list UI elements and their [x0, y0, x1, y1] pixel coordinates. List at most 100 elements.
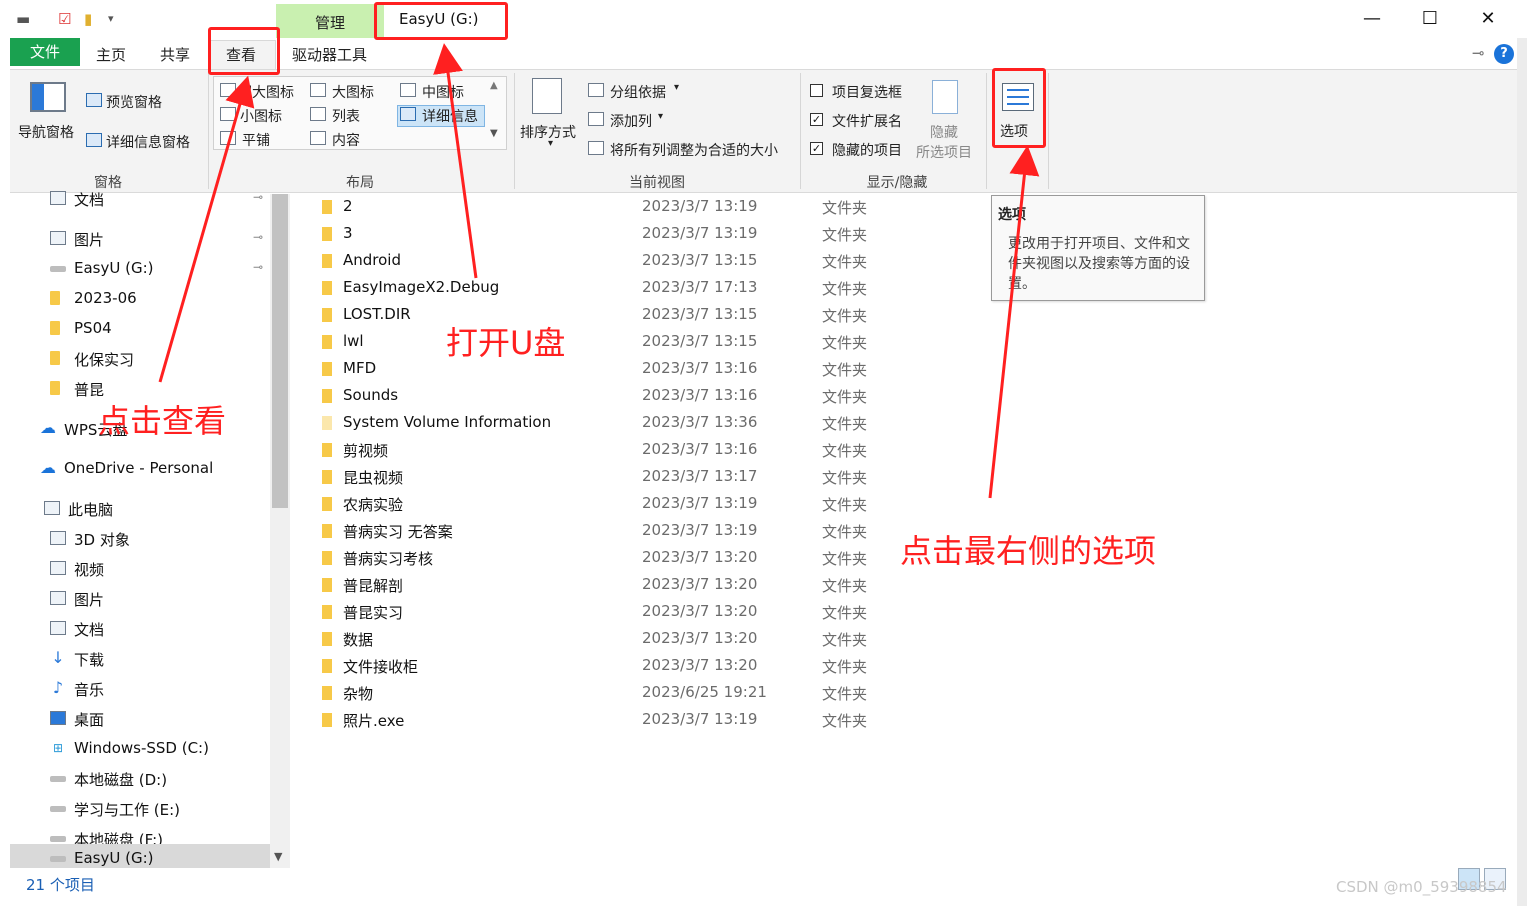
layout-expand-icon[interactable]: ▼ [490, 128, 498, 139]
nav-item[interactable]: ↓ 下载 [10, 644, 272, 674]
nav-item[interactable]: 视频 [10, 554, 272, 584]
nav-item[interactable]: ♪ 音乐 [10, 674, 272, 704]
pin-icon[interactable]: ⊸ [253, 260, 263, 274]
nav-item[interactable]: 图片 ⊸ [10, 224, 272, 254]
item-checkboxes-label[interactable]: 项目复选框 [832, 82, 902, 102]
tab-file[interactable]: 文件 [10, 38, 80, 66]
folder-icon [322, 281, 332, 295]
close-button[interactable]: ✕ [1468, 6, 1508, 32]
layout-extra-large-icons[interactable]: 超大图标 [238, 82, 294, 102]
file-row[interactable]: 普病实习 无答案 2023/3/7 13:19 文件夹 [290, 518, 890, 545]
layout-medium-icons[interactable]: 中图标 [422, 82, 464, 102]
pin-icon[interactable]: ⊸ [253, 230, 263, 244]
file-row[interactable]: 普昆实习 2023/3/7 13:20 文件夹 [290, 599, 890, 626]
file-name: 普病实习 无答案 [343, 523, 453, 541]
details-pane-button[interactable]: 详细信息窗格 [106, 132, 190, 152]
nav-item-label: 化保实习 [74, 351, 135, 369]
layout-content[interactable]: 内容 [332, 130, 360, 150]
nav-item[interactable]: 2023-06 [10, 284, 272, 314]
layout-small-icons[interactable]: 小图标 [240, 106, 282, 126]
document-icon [50, 621, 66, 635]
nav-item[interactable]: ☁ OneDrive - Personal [10, 454, 272, 484]
file-row[interactable]: 农病实验 2023/3/7 13:19 文件夹 [290, 491, 890, 518]
file-row[interactable]: Sounds 2023/3/7 13:16 文件夹 [290, 383, 890, 410]
file-date-modified: 2023/3/7 13:19 [642, 494, 758, 512]
file-row[interactable]: EasyImageX2.Debug 2023/3/7 17:13 文件夹 [290, 275, 890, 302]
file-extensions-label[interactable]: 文件扩展名 [832, 111, 902, 131]
maximize-button[interactable]: ☐ [1410, 6, 1450, 32]
file-type: 文件夹 [822, 415, 868, 433]
preview-pane-button[interactable]: 预览窗格 [106, 92, 162, 112]
nav-item[interactable]: 图片 [10, 584, 272, 614]
tab-share[interactable]: 共享 [160, 44, 190, 65]
quick-access-dropdown-icon[interactable]: ▾ [108, 10, 114, 28]
tab-home[interactable]: 主页 [96, 44, 126, 65]
nav-item[interactable]: 文档 ⊸ [10, 184, 272, 214]
folder-icon [322, 470, 332, 484]
nav-item-label: OneDrive - Personal [64, 459, 214, 477]
layout-details[interactable]: 详细信息 [422, 106, 478, 126]
nav-item[interactable]: 3D 对象 [10, 524, 272, 554]
pin-ribbon-icon[interactable]: ⊸ [1472, 44, 1485, 62]
layout-tiles[interactable]: 平铺 [242, 130, 270, 150]
file-name: EasyImageX2.Debug [343, 278, 500, 296]
hide-selected-button-line2[interactable]: 所选项目 [916, 142, 972, 162]
file-row[interactable]: 昆虫视频 2023/3/7 13:17 文件夹 [290, 464, 890, 491]
folder-icon [322, 200, 332, 214]
minimize-button[interactable]: — [1352, 6, 1392, 32]
nav-item[interactable]: 文档 [10, 614, 272, 644]
file-row[interactable]: 3 2023/3/7 13:19 文件夹 [290, 221, 890, 248]
file-row[interactable]: 普昆解剖 2023/3/7 13:20 文件夹 [290, 572, 890, 599]
nav-item[interactable]: 化保实习 [10, 344, 272, 374]
hidden-items-checkbox[interactable]: ✓ [810, 142, 823, 155]
file-row[interactable]: 剪视频 2023/3/7 13:16 文件夹 [290, 437, 890, 464]
navigation-scrollbar-thumb[interactable] [272, 194, 288, 508]
file-type: 文件夹 [822, 604, 868, 622]
file-row[interactable]: 文件接收柜 2023/3/7 13:20 文件夹 [290, 653, 890, 680]
file-row[interactable]: 数据 2023/3/7 13:20 文件夹 [290, 626, 890, 653]
nav-item[interactable]: ⊞ Windows-SSD (C:) [10, 734, 272, 764]
file-row[interactable]: lwl 2023/3/7 13:15 文件夹 [290, 329, 890, 356]
tab-drive-tools[interactable]: 驱动器工具 [292, 44, 367, 65]
nav-item[interactable]: 此电脑 [10, 494, 272, 524]
size-all-columns-button[interactable]: 将所有列调整为合适的大小 [610, 140, 778, 160]
nav-item-label: 学习与工作 (E:) [74, 801, 181, 819]
sort-by-dropdown-icon: ▾ [548, 138, 554, 149]
layout-scroll-up-icon[interactable]: ▲ [490, 80, 498, 91]
navigation-pane-icon[interactable] [30, 82, 66, 112]
watermark: CSDN @m0_59398854 [1336, 878, 1507, 896]
windows-drive-icon: ⊞ [52, 741, 64, 755]
file-row[interactable]: 普病实习考核 2023/3/7 13:20 文件夹 [290, 545, 890, 572]
layout-large-icons[interactable]: 大图标 [332, 82, 374, 102]
file-row[interactable]: 2 2023/3/7 13:19 文件夹 [290, 194, 890, 221]
file-row[interactable]: 杂物 2023/6/25 19:21 文件夹 [290, 680, 890, 707]
add-columns-button[interactable]: 添加列 [610, 111, 652, 131]
navigation-pane-button[interactable]: 导航窗格 [18, 122, 74, 142]
layout-list[interactable]: 列表 [332, 106, 360, 126]
nav-item[interactable]: 学习与工作 (E:) [10, 794, 272, 824]
group-by-button[interactable]: 分组依据 [610, 82, 666, 102]
file-extensions-checkbox[interactable]: ✓ [810, 113, 823, 126]
nav-item[interactable]: 桌面 [10, 704, 272, 734]
file-row[interactable]: System Volume Information 2023/3/7 13:36 文… [290, 410, 890, 437]
hidden-items-label[interactable]: 隐藏的项目 [832, 140, 902, 160]
file-row[interactable]: LOST.DIR 2023/3/7 13:15 文件夹 [290, 302, 890, 329]
drive-icon[interactable]: ▬ [16, 10, 30, 28]
context-tab-manage[interactable]: 管理 [276, 12, 384, 33]
help-icon[interactable]: ? [1494, 44, 1514, 64]
nav-item-label: 图片 [74, 591, 105, 609]
item-checkboxes-checkbox[interactable] [810, 84, 823, 97]
file-row[interactable]: MFD 2023/3/7 13:16 文件夹 [290, 356, 890, 383]
file-row[interactable]: Android 2023/3/7 13:15 文件夹 [290, 248, 890, 275]
nav-item[interactable]: PS04 [10, 314, 272, 344]
nav-item[interactable]: EasyU (G:) ⊸ [10, 254, 272, 284]
hide-selected-button-line1[interactable]: 隐藏 [930, 122, 958, 142]
file-date-modified: 2023/3/7 13:15 [642, 332, 758, 350]
nav-item[interactable]: 本地磁盘 (D:) [10, 764, 272, 794]
file-row[interactable]: 照片.exe 2023/3/7 13:19 文件夹 [290, 707, 890, 734]
new-folder-icon[interactable]: ▮ [84, 10, 92, 28]
properties-icon[interactable]: ☑ [58, 10, 71, 28]
scroll-down-icon[interactable]: ▼ [274, 850, 282, 863]
pin-icon[interactable]: ⊸ [253, 190, 263, 204]
file-date-modified: 2023/6/25 19:21 [642, 683, 767, 701]
